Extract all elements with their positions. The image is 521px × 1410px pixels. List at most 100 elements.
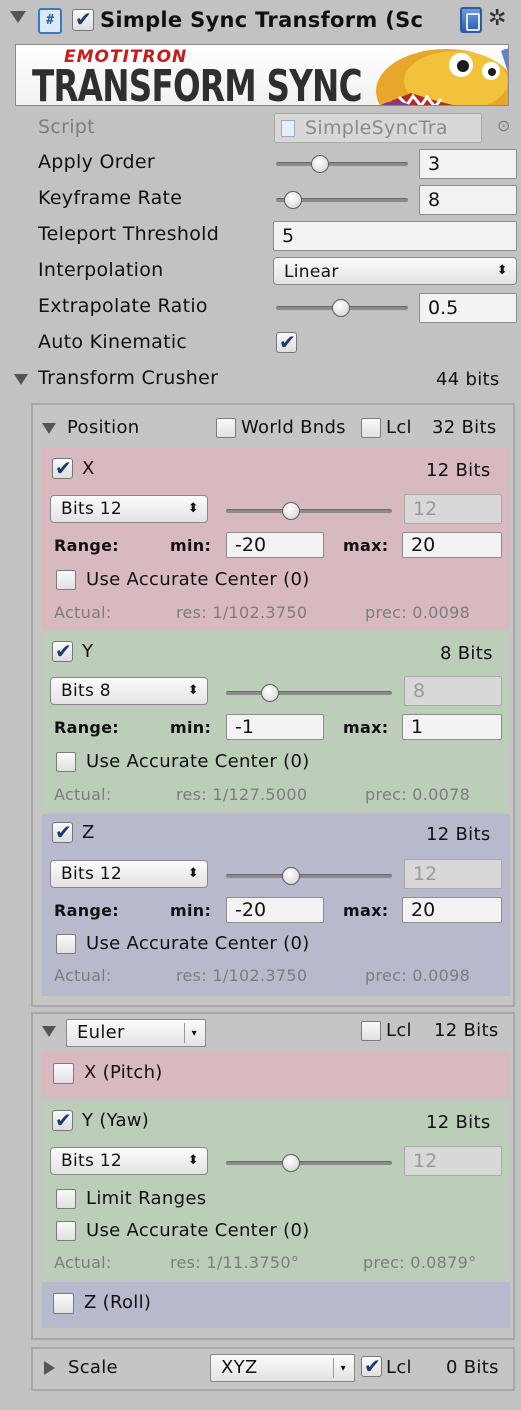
help-book-icon[interactable] — [460, 7, 482, 33]
position-y-max-field[interactable]: 1 — [402, 714, 502, 740]
position-x-max-label: max: — [343, 536, 389, 555]
position-local-checkbox[interactable] — [361, 418, 381, 438]
auto-kinematic-checkbox[interactable]: ✔ — [276, 330, 297, 354]
rotation-yaw-checkbox[interactable]: ✔ — [52, 1108, 73, 1132]
transform-crusher-foldout-icon[interactable] — [14, 374, 28, 385]
rotation-roll-checkbox[interactable] — [53, 1293, 74, 1314]
position-y-label: Y — [82, 641, 94, 662]
apply-order-label: Apply Order — [38, 151, 155, 173]
checkmark-icon: ✔ — [55, 1108, 72, 1132]
interpolation-label: Interpolation — [38, 259, 164, 281]
rotation-actual-label: Actual: — [54, 1253, 112, 1272]
rotation-yaw-slider-thumb[interactable] — [282, 1154, 300, 1172]
rotation-limit-ranges-checkbox[interactable] — [56, 1189, 76, 1209]
rotation-yaw-bits-field: 12 — [404, 1146, 502, 1176]
position-z-prec: prec: 0.0098 — [365, 966, 471, 985]
position-z-accurate-center-checkbox[interactable] — [56, 934, 76, 954]
rotation-pitch-label: X (Pitch) — [84, 1062, 163, 1083]
scale-mode-dropdown[interactable]: XYZ ▾ — [210, 1354, 355, 1382]
position-bits: 32 Bits — [432, 417, 497, 438]
position-y-bits-dropdown[interactable]: Bits 8 ⬍ — [50, 677, 208, 705]
rotation-yaw-slider-track[interactable] — [226, 1161, 392, 1165]
position-z-label: Z — [82, 822, 95, 843]
position-foldout-icon[interactable] — [42, 423, 56, 434]
position-z-bits-field: 12 — [404, 859, 502, 889]
component-enabled-checkbox[interactable]: ✔ — [72, 7, 94, 31]
rotation-yaw-bits-dropdown[interactable]: Bits 12 ⬍ — [50, 1147, 208, 1175]
dropdown-arrow-icon: ▾ — [340, 1363, 346, 1374]
extrapolate-ratio-field[interactable]: 0.5 — [419, 293, 517, 323]
apply-order-slider-thumb[interactable] — [311, 155, 329, 173]
rotation-accurate-center-checkbox[interactable] — [56, 1221, 76, 1241]
rotation-foldout-icon[interactable] — [42, 1026, 56, 1037]
world-bounds-checkbox[interactable] — [216, 418, 236, 438]
position-y-bits: 8 Bits — [440, 643, 493, 664]
position-y-range-label: Range: — [54, 718, 120, 737]
banner-creature-illustration — [376, 48, 508, 105]
checkmark-icon: ✔ — [55, 456, 72, 480]
position-x-accurate-center-checkbox[interactable] — [56, 570, 76, 590]
rotation-pitch-checkbox[interactable] — [53, 1063, 74, 1084]
position-z-bits-value: Bits 12 — [61, 864, 123, 884]
object-picker-icon[interactable]: ⊙ — [497, 116, 511, 135]
transform-crusher-label: Transform Crusher — [38, 367, 219, 389]
gear-icon[interactable]: ✲ — [488, 6, 506, 31]
dropdown-arrow-icon: ⬍ — [187, 683, 199, 698]
script-field: SimpleSyncTra — [274, 113, 482, 143]
scale-local-label: Lcl — [386, 1357, 412, 1378]
rotation-res: res: 1/11.3750° — [170, 1253, 300, 1272]
position-x-slider-track[interactable] — [226, 509, 392, 513]
position-z-bits-dropdown[interactable]: Bits 12 ⬍ — [50, 860, 208, 888]
rotation-mode-dropdown[interactable]: Euler ▾ — [66, 1019, 206, 1047]
banner-title: TRANSFORM SYNC — [32, 61, 362, 106]
interpolation-dropdown[interactable]: Linear ⬍ — [273, 257, 517, 285]
checkmark-icon: ✔ — [55, 820, 72, 844]
position-x-max-field[interactable]: 20 — [402, 532, 502, 558]
rotation-local-checkbox[interactable] — [361, 1021, 381, 1041]
position-y-checkbox[interactable]: ✔ — [52, 639, 73, 663]
apply-order-field[interactable]: 3 — [419, 149, 517, 179]
position-local-label: Lcl — [386, 417, 412, 438]
position-x-slider-thumb[interactable] — [282, 502, 300, 520]
rotation-bits: 12 Bits — [434, 1020, 499, 1041]
position-x-checkbox[interactable]: ✔ — [52, 456, 73, 480]
position-z-min-label: min: — [170, 901, 212, 920]
position-y-accurate-center-checkbox[interactable] — [56, 752, 76, 772]
transform-crusher-bits: 44 bits — [436, 369, 500, 390]
keyframe-rate-slider-thumb[interactable] — [284, 191, 302, 209]
scale-foldout-icon[interactable] — [44, 1361, 55, 1375]
dropdown-divider — [333, 1358, 334, 1378]
foldout-arrow-icon[interactable] — [10, 11, 26, 23]
interpolation-value: Linear — [284, 262, 339, 282]
keyframe-rate-label: Keyframe Rate — [38, 187, 183, 209]
position-x-range-label: Range: — [54, 536, 120, 555]
apply-order-slider-track[interactable] — [276, 162, 408, 166]
keyframe-rate-field[interactable]: 8 — [419, 185, 517, 215]
position-x-bits-field: 12 — [404, 494, 502, 524]
position-z-actual-label: Actual: — [54, 966, 112, 985]
position-y-slider-thumb[interactable] — [261, 684, 279, 702]
position-x-actual-label: Actual: — [54, 603, 112, 622]
scale-label: Scale — [68, 1357, 118, 1378]
position-y-bits-field: 8 — [404, 676, 502, 706]
position-x-label: X — [82, 458, 95, 479]
script-value: SimpleSyncTra — [305, 117, 448, 139]
position-x-min-field[interactable]: -20 — [226, 532, 324, 558]
position-z-checkbox[interactable]: ✔ — [52, 820, 73, 844]
extrapolate-ratio-slider-thumb[interactable] — [332, 299, 350, 317]
position-x-min-label: min: — [170, 536, 212, 555]
position-z-slider-track[interactable] — [226, 874, 392, 878]
position-y-slider-track[interactable] — [226, 691, 392, 695]
position-x-bits-dropdown[interactable]: Bits 12 ⬍ — [50, 495, 208, 523]
position-z-max-field[interactable]: 20 — [402, 897, 502, 923]
teleport-threshold-field[interactable]: 5 — [273, 221, 517, 251]
position-y-min-field[interactable]: -1 — [226, 714, 324, 740]
rotation-mode-value: Euler — [77, 1022, 125, 1043]
position-y-prec: prec: 0.0078 — [365, 785, 471, 804]
position-z-min-field[interactable]: -20 — [226, 897, 324, 923]
checkmark-icon: ✔ — [279, 330, 296, 354]
position-x-res: res: 1/102.3750 — [176, 603, 308, 622]
script-file-icon — [281, 120, 295, 137]
position-z-slider-thumb[interactable] — [282, 867, 300, 885]
scale-local-checkbox[interactable]: ✔ — [361, 1354, 382, 1378]
